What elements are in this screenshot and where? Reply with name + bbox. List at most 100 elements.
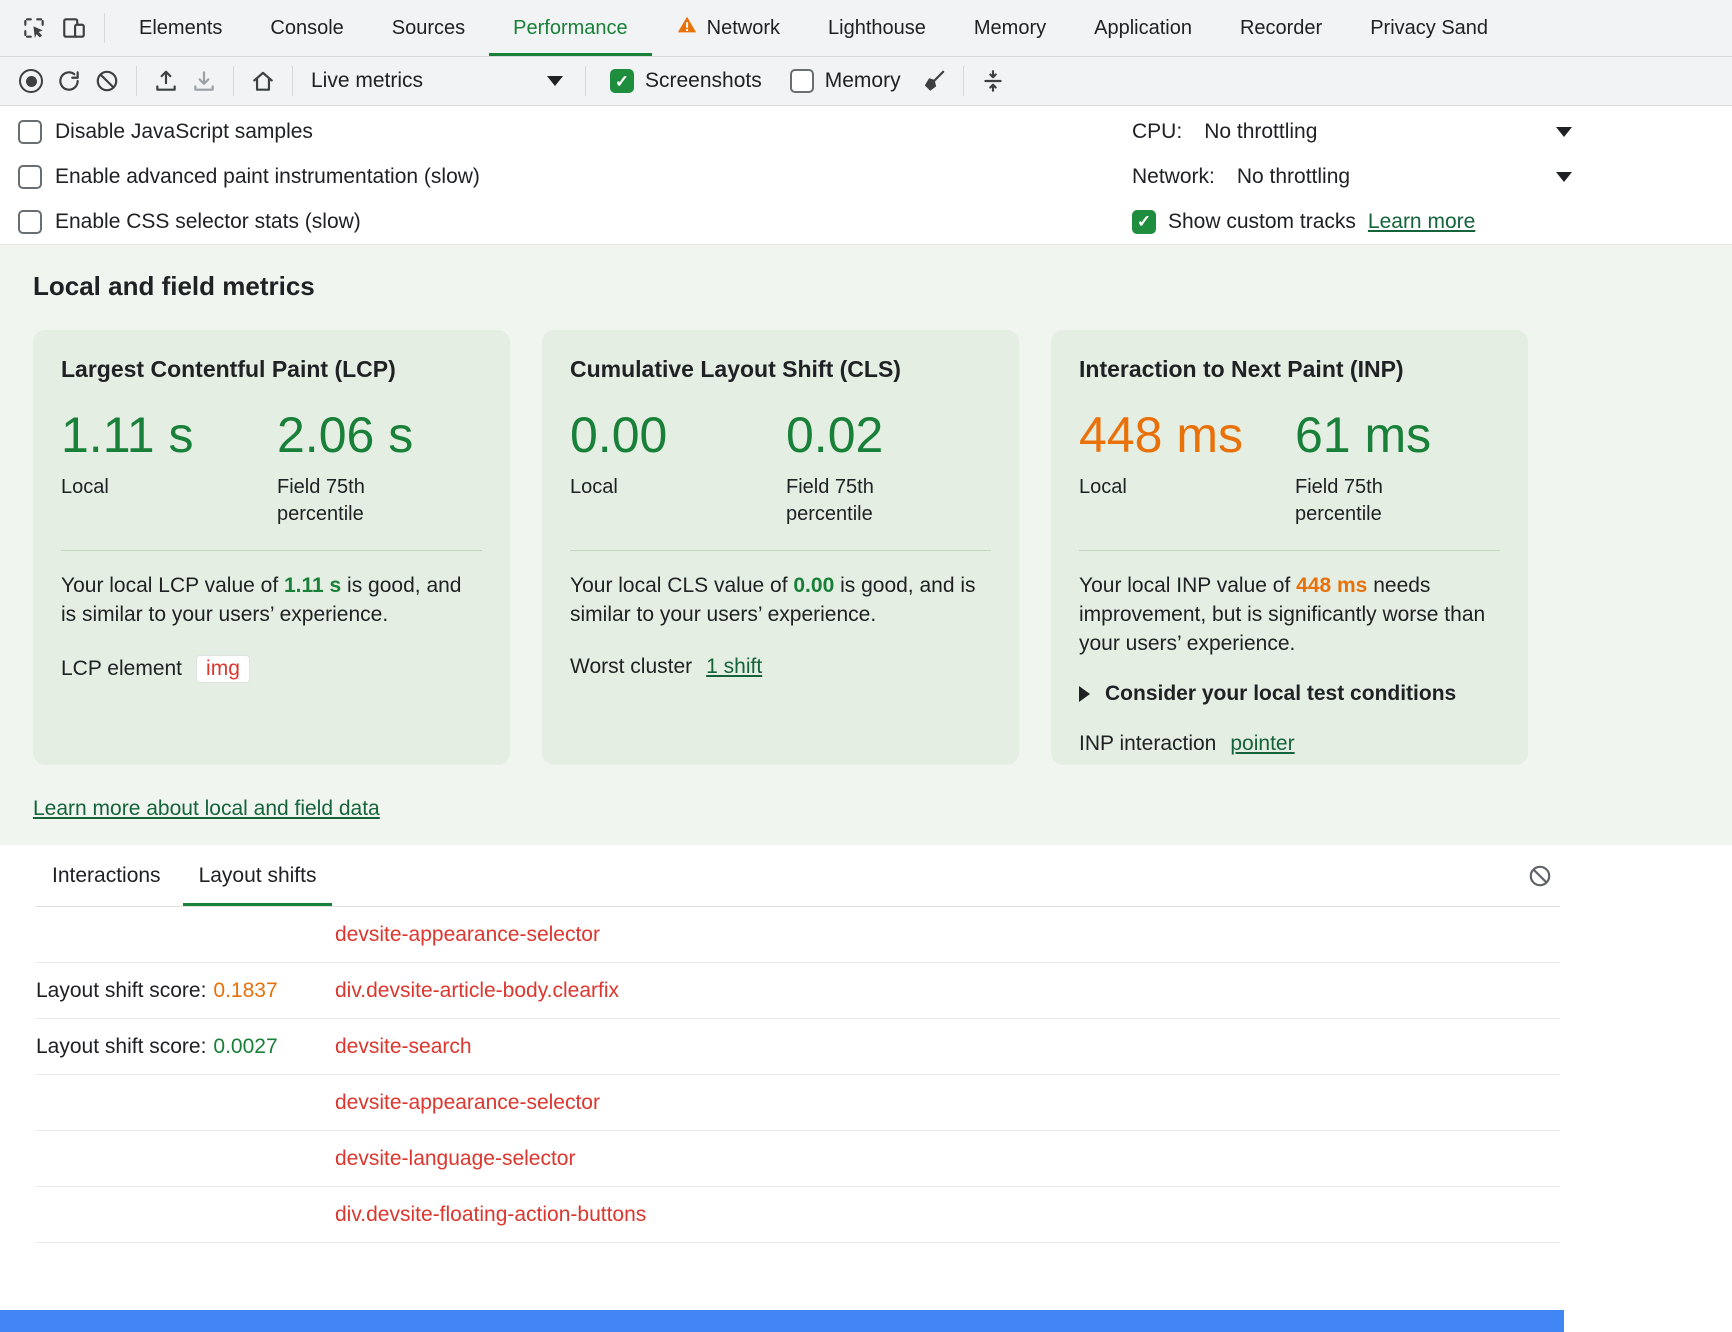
checkbox-unchecked-icon	[790, 69, 814, 93]
score-value: 0.0027	[213, 1035, 277, 1058]
custom-tracks-learn-more-link[interactable]: Learn more	[1368, 210, 1475, 234]
divider	[1079, 550, 1500, 551]
css-selector-stats-checkbox[interactable]: Enable CSS selector stats (slow)	[18, 199, 1132, 244]
layout-shift-row[interactable]: devsite-language-selector	[36, 1131, 1560, 1187]
tab-console[interactable]: Console	[246, 0, 367, 56]
tab-lighthouse[interactable]: Lighthouse	[804, 0, 950, 56]
load-profile-button[interactable]	[147, 62, 185, 100]
expand-triangle-icon	[1079, 686, 1090, 702]
tab-network[interactable]: Network	[652, 0, 804, 56]
tab-interactions[interactable]: Interactions	[36, 845, 177, 906]
collapse-panel-button[interactable]	[974, 62, 1012, 100]
checkbox-unchecked-icon	[18, 165, 42, 189]
lcp-element-chip[interactable]: img	[196, 655, 250, 683]
inp-field-label: Field 75th percentile	[1295, 474, 1430, 528]
tab-recorder[interactable]: Recorder	[1216, 0, 1346, 56]
home-button[interactable]	[244, 62, 282, 100]
garbage-collect-button[interactable]	[915, 62, 953, 100]
shifted-element-link[interactable]: devsite-appearance-selector	[335, 1091, 600, 1114]
reload-and-record-button[interactable]	[50, 62, 88, 100]
section-heading: Local and field metrics	[33, 271, 1732, 302]
divider	[61, 550, 482, 551]
capture-settings-panel: Disable JavaScript samples Enable advanc…	[0, 106, 1732, 245]
device-toolbar-icon[interactable]	[54, 8, 94, 48]
devtools-window: Elements Console Sources Performance Net…	[0, 0, 1732, 1243]
clear-log-button[interactable]	[1520, 856, 1560, 896]
tab-application[interactable]: Application	[1070, 0, 1216, 56]
option-label: Disable JavaScript samples	[55, 120, 313, 144]
performance-toolbar: Live metrics Screenshots Memory	[0, 57, 1732, 106]
tab-elements[interactable]: Elements	[115, 0, 246, 56]
divider	[136, 66, 137, 96]
network-throttling-select[interactable]: Network: No throttling	[1132, 155, 1572, 200]
cpu-throttling-select[interactable]: CPU: No throttling	[1132, 110, 1572, 155]
download-icon	[191, 68, 217, 94]
tab-memory[interactable]: Memory	[950, 0, 1070, 56]
network-value: No throttling	[1237, 165, 1350, 189]
checkbox-checked-icon	[610, 69, 634, 93]
live-metrics-log: Interactions Layout shifts devsite-appea…	[0, 845, 1732, 1243]
advanced-paint-instrumentation-checkbox[interactable]: Enable advanced paint instrumentation (s…	[18, 155, 1132, 200]
warning-icon	[676, 14, 698, 42]
shifted-element-link[interactable]: devsite-appearance-selector	[335, 923, 600, 946]
lcp-local-value: 1.11 s	[61, 409, 277, 462]
live-metrics-dropdown[interactable]: Live metrics	[303, 62, 575, 100]
layout-shift-row[interactable]: div.devsite-floating-action-buttons	[36, 1187, 1560, 1243]
local-field-metrics-section: Local and field metrics Largest Contentf…	[0, 245, 1732, 845]
dropdown-caret-icon	[1556, 127, 1572, 137]
clear-button[interactable]	[88, 62, 126, 100]
cls-local-label: Local	[570, 474, 786, 501]
reload-icon	[56, 68, 82, 94]
memory-checkbox[interactable]: Memory	[790, 69, 901, 93]
inp-description: Your local INP value of 448 ms needs imp…	[1079, 571, 1500, 658]
inp-field-value: 61 ms	[1295, 409, 1431, 462]
inp-local-value: 448 ms	[1079, 409, 1295, 462]
record-button[interactable]	[12, 62, 50, 100]
memory-label: Memory	[825, 69, 901, 93]
disable-js-samples-checkbox[interactable]: Disable JavaScript samples	[18, 110, 1132, 155]
layout-shift-row[interactable]: devsite-appearance-selector	[36, 907, 1560, 963]
layout-shift-row[interactable]: Layout shift score: 0.0027 devsite-search	[36, 1019, 1560, 1075]
tab-network-label: Network	[707, 17, 780, 40]
show-custom-tracks-checkbox[interactable]: Show custom tracks	[1132, 210, 1356, 234]
lcp-local-label: Local	[61, 474, 277, 501]
layout-shift-row[interactable]: devsite-appearance-selector	[36, 1075, 1560, 1131]
divider	[570, 550, 991, 551]
shifted-element-link[interactable]: div.devsite-floating-action-buttons	[335, 1203, 646, 1226]
screenshots-checkbox[interactable]: Screenshots	[610, 69, 762, 93]
broom-icon	[921, 68, 947, 94]
dropdown-caret-icon	[547, 76, 563, 86]
checkbox-unchecked-icon	[18, 120, 42, 144]
bottom-selection-bar	[0, 1310, 1564, 1332]
cls-card-title: Cumulative Layout Shift (CLS)	[570, 356, 991, 383]
tab-layout-shifts[interactable]: Layout shifts	[183, 845, 333, 906]
layout-shift-row[interactable]: Layout shift score:0.1837 div.devsite-ar…	[36, 963, 1560, 1019]
screenshots-label: Screenshots	[645, 69, 762, 93]
inp-interaction-link[interactable]: pointer	[1230, 732, 1294, 756]
cls-field-value: 0.02	[786, 409, 921, 462]
shifted-element-link[interactable]: div.devsite-article-body.clearfix	[335, 979, 619, 1002]
clear-icon	[94, 68, 120, 94]
save-profile-button[interactable]	[185, 62, 223, 100]
log-tabbar: Interactions Layout shifts	[36, 845, 1560, 907]
local-test-conditions-expander[interactable]: Consider your local test conditions	[1079, 682, 1500, 706]
cls-field-label: Field 75th percentile	[786, 474, 921, 528]
inspect-element-icon[interactable]	[14, 8, 54, 48]
inp-local-label: Local	[1079, 474, 1295, 501]
collapse-icon	[980, 68, 1006, 94]
score-label: Layout shift score:	[36, 1035, 206, 1058]
cls-description: Your local CLS value of 0.00 is good, an…	[570, 571, 991, 629]
divider	[233, 66, 234, 96]
local-field-data-learn-more-link[interactable]: Learn more about local and field data	[33, 797, 380, 821]
tab-performance[interactable]: Performance	[489, 0, 652, 56]
tab-sources[interactable]: Sources	[368, 0, 489, 56]
divider	[963, 66, 964, 96]
clear-log-icon	[1527, 863, 1553, 889]
divider	[292, 66, 293, 96]
home-icon	[250, 68, 276, 94]
worst-cluster-link[interactable]: 1 shift	[706, 655, 762, 679]
inp-interaction-label: INP interaction	[1079, 732, 1216, 756]
shifted-element-link[interactable]: devsite-language-selector	[335, 1147, 575, 1170]
tab-privacy-sandbox[interactable]: Privacy Sand	[1346, 0, 1512, 56]
shifted-element-link[interactable]: devsite-search	[335, 1035, 472, 1058]
